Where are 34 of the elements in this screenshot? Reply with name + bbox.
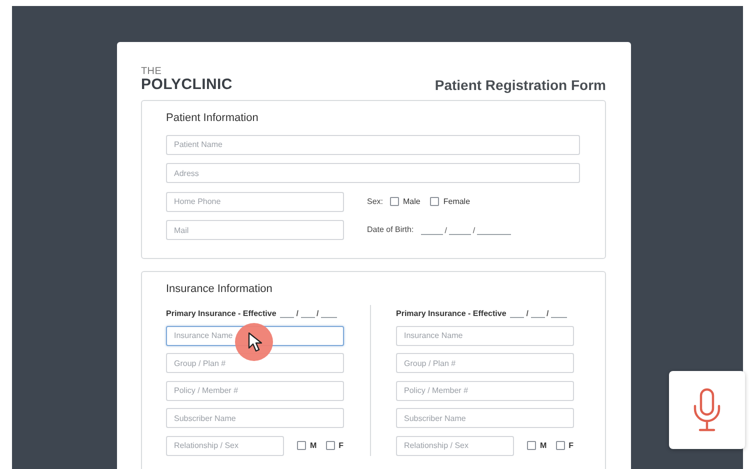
date-separator: / bbox=[444, 226, 447, 235]
logo-small-text: THE bbox=[141, 66, 163, 77]
date-separator: / bbox=[472, 226, 476, 235]
form-title: Patient Registration Form bbox=[434, 77, 606, 93]
input-field[interactable]: Subscriber Name bbox=[166, 408, 344, 428]
insurance-heading: Primary Insurance - Effective bbox=[166, 309, 276, 318]
checkbox-label: F bbox=[338, 440, 344, 450]
input-field[interactable]: Group / Plan # bbox=[396, 353, 574, 373]
date-separator: / bbox=[316, 309, 319, 318]
input-field[interactable]: Relationship / Sex bbox=[396, 436, 514, 456]
checkbox-label: M bbox=[540, 440, 547, 450]
input-field[interactable]: Relationship / Sex bbox=[166, 436, 284, 456]
input-field[interactable]: Mail bbox=[166, 220, 344, 240]
input-field[interactable]: Adress bbox=[166, 163, 580, 183]
birth-date-label: Date of Birth: bbox=[367, 225, 414, 234]
insurance-heading: Primary Insurance - Effective bbox=[396, 309, 506, 318]
section-title: Insurance Information bbox=[166, 283, 274, 295]
input-field[interactable]: Patient Name bbox=[166, 134, 580, 154]
checkbox-label: Male bbox=[403, 196, 420, 206]
input-field[interactable]: Policy / Member # bbox=[166, 380, 344, 400]
checkbox-label: Female bbox=[443, 196, 470, 206]
logo-name: POLYCLINIC bbox=[141, 77, 232, 93]
input-field[interactable]: Insurance Name bbox=[396, 326, 574, 346]
date-separator: / bbox=[296, 309, 299, 318]
input-field[interactable]: Home Phone bbox=[166, 192, 344, 212]
date-separator: / bbox=[546, 309, 549, 318]
sex-label: Sex: bbox=[367, 196, 384, 206]
section-title: Patient Information bbox=[166, 112, 260, 124]
input-field[interactable]: Subscriber Name bbox=[396, 408, 574, 428]
input-field[interactable]: Policy / Member # bbox=[396, 380, 574, 400]
checkbox-label: M bbox=[310, 440, 317, 450]
date-separator: / bbox=[526, 309, 529, 318]
checkbox-label: F bbox=[568, 440, 574, 450]
input-field[interactable]: Group / Plan # bbox=[166, 353, 344, 373]
